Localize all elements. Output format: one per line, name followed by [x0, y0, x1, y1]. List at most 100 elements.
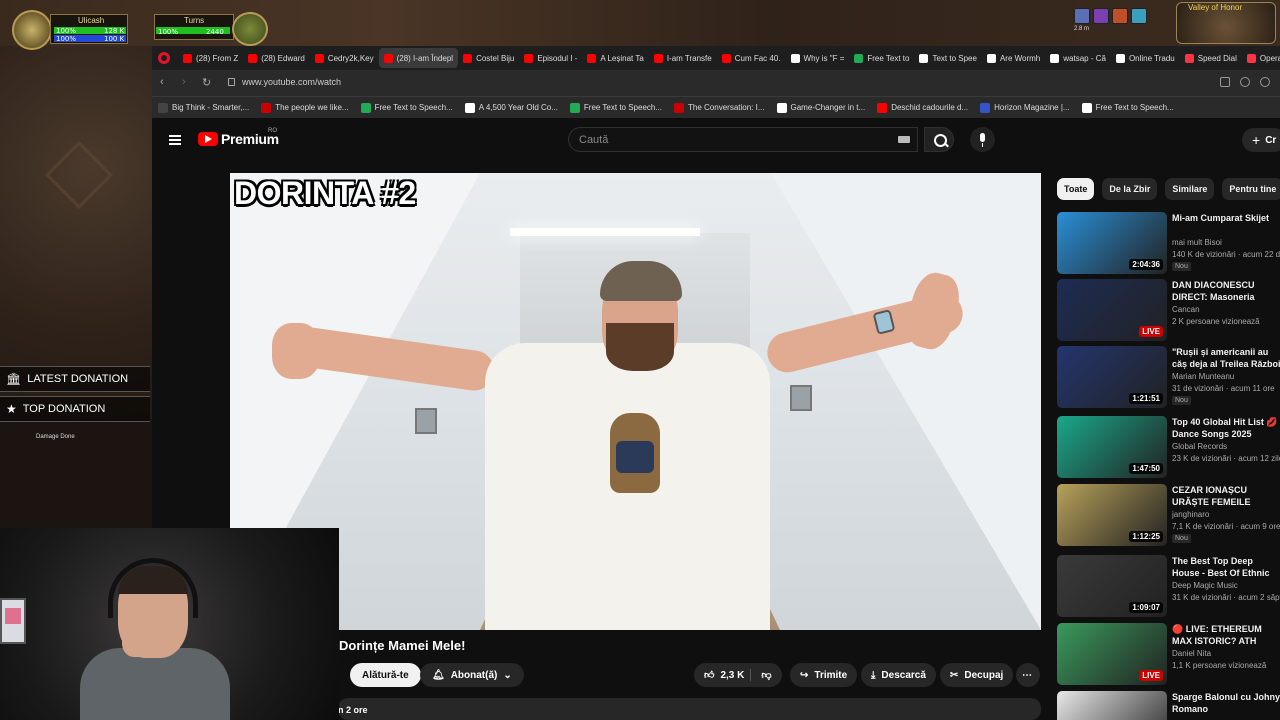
subscribed-button[interactable]: 🔔︎ Abonat(ă) ⌄	[420, 663, 524, 687]
recommendation-item[interactable]: 1:47:50 Top 40 Global Hit List 💋 Dance So…	[1057, 416, 1280, 479]
clip-button[interactable]: ✂ Decupaj	[940, 663, 1014, 687]
bookmark-item[interactable]: A 4,500 Year Old Co...	[464, 102, 558, 113]
recommendation-item[interactable]: 1:21:51 "Rușii și americanii au căș deja …	[1057, 346, 1280, 409]
browser-tab[interactable]: I-am Transfe	[649, 48, 717, 68]
buff-icon[interactable]	[1093, 8, 1109, 24]
recommendation-thumbnail[interactable]: 1:09:07	[1057, 555, 1167, 617]
more-actions-button[interactable]: ⋯	[1016, 663, 1040, 687]
voice-search-icon[interactable]	[970, 127, 995, 152]
bookmark-item[interactable]: The people we like...	[261, 102, 349, 113]
recommendation-item[interactable]: 2:04:36 Mi-am Cumparat Skijet mai mult Bis…	[1057, 212, 1280, 275]
search-button[interactable]	[924, 127, 954, 152]
recommendation-thumbnail[interactable]: LIVE	[1057, 623, 1167, 685]
browser-tab[interactable]: Cedry2k,Key	[310, 48, 379, 68]
thumb-down-icon[interactable]: 👎︎	[750, 669, 772, 681]
bookmark-item[interactable]: Free Text to Speech...	[1081, 102, 1174, 113]
buff-icon[interactable]	[1112, 8, 1128, 24]
buff-icon[interactable]	[1074, 8, 1090, 24]
buff-bar	[1074, 8, 1147, 24]
edit-icon[interactable]	[1220, 77, 1230, 87]
reload-icon[interactable]: ↻	[202, 76, 211, 89]
filter-chip[interactable]: Pentru tine	[1222, 178, 1280, 200]
lock-icon[interactable]	[228, 78, 235, 86]
opera-logo-icon[interactable]	[158, 52, 170, 64]
browser-tab[interactable]: Cum Fac 40.	[717, 48, 786, 68]
browser-tab[interactable]: Opera | Upd	[1242, 48, 1280, 68]
menu-icon[interactable]	[169, 135, 181, 145]
browser-tab[interactable]: Text to Spee	[914, 48, 981, 68]
recommendation-channel[interactable]: Global Records	[1172, 442, 1227, 451]
camera-icon[interactable]	[1240, 77, 1250, 87]
bookmark-item[interactable]: Big Think - Smarter,...	[158, 102, 249, 113]
bookmark-label: Free Text to Speech...	[583, 103, 663, 112]
browser-tab[interactable]: Online Tradu	[1111, 48, 1180, 68]
browser-tab[interactable]: Free Text to	[849, 48, 914, 68]
like-button[interactable]: 👍︎ 2,3 K 👎︎	[694, 663, 782, 687]
browser-tab[interactable]: A Leșinat Ta	[582, 48, 648, 68]
recommendation-title[interactable]: "Rușii și americanii au căș deja al Trei…	[1172, 346, 1280, 370]
recommendation-channel[interactable]: Deep Magic Music	[1172, 581, 1238, 590]
back-icon[interactable]: ‹	[160, 76, 164, 88]
video-player[interactable]: DORINTA #2	[230, 173, 1041, 630]
video-description-box[interactable]: n 2 ore	[338, 698, 1041, 720]
bookmark-item[interactable]: Deschid cadourile d...	[877, 102, 968, 113]
recommendation-channel[interactable]: Daniel Nita	[1172, 649, 1211, 658]
recommendation-thumbnail[interactable]: 2:04:36	[1057, 212, 1167, 274]
forward-icon[interactable]: ›	[182, 76, 186, 88]
bookmark-item[interactable]: Free Text to Speech...	[569, 102, 663, 113]
browser-tab[interactable]: Costel Biju	[458, 48, 519, 68]
extensions-icon[interactable]	[1260, 77, 1270, 87]
search-input[interactable]	[569, 128, 869, 151]
recommendation-channel[interactable]: Marian Munteanu	[1172, 372, 1234, 381]
bookmark-item[interactable]: Free Text to Speech...	[360, 102, 453, 113]
browser-tab[interactable]: Why is "F =	[786, 48, 850, 68]
webcam-headset	[108, 558, 198, 618]
recommendation-thumbnail[interactable]: LIVE	[1057, 279, 1167, 341]
recommendation-title[interactable]: CEZAR IONAȘCU URĂȘTE FEMEILE INDEPENDENT…	[1172, 484, 1280, 508]
filter-chip[interactable]: Toate	[1057, 178, 1095, 200]
filter-chip[interactable]: De la Zbir	[1102, 178, 1158, 200]
recommendation-channel[interactable]: Cancan	[1172, 305, 1200, 314]
recommendation-item[interactable]: 1:09:07 The Best Top Deep House - Best Of…	[1057, 555, 1280, 618]
recommendation-title[interactable]: The Best Top Deep House - Best Of Ethnic…	[1172, 555, 1280, 579]
bookmarks-bar: Big Think - Smarter,... The people we lik…	[152, 96, 1280, 118]
pet-portrait[interactable]	[232, 12, 268, 46]
recommendation-title[interactable]: 🔴 LIVE: ETHEREUM MAX ISTORIC? ATH Watch …	[1172, 623, 1280, 647]
bookmark-item[interactable]: Horizon Magazine |...	[980, 102, 1070, 113]
player-portrait[interactable]	[12, 10, 52, 50]
buff-icon[interactable]	[1131, 8, 1147, 24]
recommendation-title[interactable]: Sparge Balonul cu Johny Romano	[1172, 691, 1280, 715]
share-button[interactable]: ↪ Trimite	[790, 663, 858, 687]
recommendation-item[interactable]: LIVE DAN DIACONESCU DIRECT: Masoneria con…	[1057, 279, 1280, 342]
youtube-logo-icon[interactable]	[198, 132, 218, 146]
url-field[interactable]: www.youtube.com/watch	[242, 77, 341, 87]
browser-tab[interactable]: Are Wormh	[982, 48, 1045, 68]
join-button[interactable]: Alătură-te	[350, 663, 421, 687]
recommendation-thumbnail[interactable]: 1:47:50	[1057, 416, 1167, 478]
browser-tab[interactable]: (28) From Z	[178, 48, 243, 68]
recommendation-channel[interactable]: janghinaro	[1172, 510, 1209, 519]
browser-tab[interactable]: Speed Dial	[1180, 48, 1242, 68]
recommendation-thumbnail[interactable]: 1:12:25	[1057, 484, 1167, 546]
recommendation-thumbnail[interactable]: 1:21:51	[1057, 346, 1167, 408]
browser-tab[interactable]: Episodul I -	[519, 48, 582, 68]
bookmark-item[interactable]: Game-Changer in t...	[776, 102, 865, 113]
recommendation-item[interactable]: LIVE 🔴 LIVE: ETHEREUM MAX ISTORIC? ATH Wa…	[1057, 623, 1280, 686]
recommendation-thumbnail[interactable]	[1057, 691, 1167, 720]
browser-tab[interactable]: (28) I-am Îndepl	[378, 48, 459, 68]
recommendation-item[interactable]: 1:12:25 CEZAR IONAȘCU URĂȘTE FEMEILE INDE…	[1057, 484, 1280, 547]
download-button[interactable]: ⤓ Descarcă	[861, 663, 936, 687]
recommendation-title[interactable]: Top 40 Global Hit List 💋 Dance Songs 202…	[1172, 416, 1280, 440]
recommendation-channel[interactable]: mai mult Bisoi	[1172, 238, 1222, 247]
recommendation-title[interactable]: Mi-am Cumparat Skijet	[1172, 212, 1280, 236]
create-button[interactable]: + Cr	[1242, 128, 1280, 152]
recommendation-item[interactable]: Sparge Balonul cu Johny Romano	[1057, 691, 1280, 720]
recommendation-title[interactable]: DAN DIACONESCU DIRECT: Masoneria conduce…	[1172, 279, 1280, 303]
keyboard-icon[interactable]	[898, 136, 910, 143]
duration-badge: 2:04:36	[1129, 259, 1163, 270]
filter-chip[interactable]: Similare	[1165, 178, 1215, 200]
bookmark-item[interactable]: The Conversation: I...	[674, 102, 765, 113]
browser-tab[interactable]: (28) Edward	[243, 48, 310, 68]
browser-tab[interactable]: watsap - Că	[1045, 48, 1111, 68]
duration-badge: 1:12:25	[1129, 531, 1163, 542]
